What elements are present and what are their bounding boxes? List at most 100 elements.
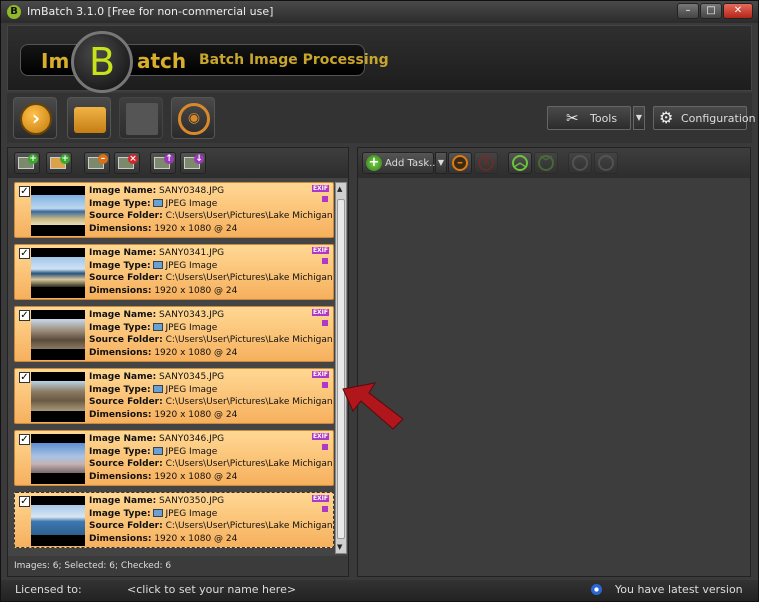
configuration-label: Configuration (681, 112, 756, 125)
move-down-button[interactable]: ↓ (180, 152, 206, 174)
app-icon: B (7, 5, 21, 19)
image-type: JPEG Image (165, 508, 218, 519)
add-image-button[interactable]: + (14, 152, 40, 174)
task-option-button[interactable] (568, 152, 592, 174)
set-name-link[interactable]: <click to set your name here> (127, 583, 296, 596)
logo-subtitle: Batch Image Processing (199, 52, 389, 68)
logo-atch-text: atch (137, 49, 187, 73)
add-folder-button[interactable]: + (46, 152, 72, 174)
image-dimensions: 1920 x 1080 @ 24 (154, 223, 238, 234)
image-list-item[interactable]: ✓ Image Name: SANY0346.JPG Image Type: J… (14, 430, 334, 486)
title-bar[interactable]: B ImBatch 3.1.0 [Free for non-commercial… (1, 1, 758, 23)
image-type: JPEG Image (165, 322, 218, 333)
image-dimensions: 1920 x 1080 @ 24 (154, 347, 238, 358)
image-name: SANY0343.JPG (159, 310, 225, 320)
info-marker-icon (322, 444, 328, 450)
source-folder: C:\Users\User\Pictures\Lake Michigan 4..… (165, 521, 334, 531)
add-task-dropdown-button[interactable]: ▼ (435, 152, 447, 174)
info-marker-icon (322, 382, 328, 388)
source-folder: C:\Users\User\Pictures\Lake Michigan 4..… (165, 335, 334, 345)
image-type-icon (153, 261, 164, 269)
app-header: Im B atch Batch Image Processing (7, 25, 752, 93)
image-list-scrollbar[interactable]: ▲ ▼ (335, 182, 347, 554)
task-option-button[interactable] (594, 152, 618, 174)
info-marker-icon (322, 258, 328, 264)
run-button[interactable]: › (13, 97, 57, 139)
image-thumbnail (31, 248, 85, 298)
window-title: ImBatch 3.1.0 [Free for non-commercial u… (27, 5, 274, 18)
scroll-up-icon[interactable]: ▲ (337, 185, 342, 193)
image-thumbnail (31, 496, 85, 546)
source-folder: C:\Users\User\Pictures\Lake Michigan 4..… (165, 397, 334, 407)
remove-all-button[interactable]: × (114, 152, 140, 174)
scroll-down-icon[interactable]: ▼ (337, 543, 342, 551)
image-thumbnail (31, 372, 85, 422)
remove-task-button[interactable]: – (448, 152, 472, 174)
folder-icon (74, 107, 106, 133)
maximize-button[interactable]: □ (700, 3, 722, 19)
image-list-item[interactable]: ✓ Image Name: SANY0341.JPG Image Type: J… (14, 244, 334, 300)
image-list-item[interactable]: ✓ Image Name: SANY0345.JPG Image Type: J… (14, 368, 334, 424)
preview-button[interactable]: ◉ (171, 97, 215, 139)
image-list-status: Images: 6; Selected: 6; Checked: 6 (8, 556, 348, 576)
move-task-up-button[interactable]: ︿ (508, 152, 532, 174)
app-window: B ImBatch 3.1.0 [Free for non-commercial… (0, 0, 759, 602)
remove-all-tasks-icon: × (478, 155, 494, 171)
add-task-label: Add Task... (385, 158, 439, 169)
run-icon: › (20, 103, 52, 135)
remove-task-icon: – (452, 155, 468, 171)
exif-badge: EXIF (311, 309, 329, 316)
item-checkbox[interactable]: ✓ (19, 248, 30, 259)
exif-badge: EXIF (311, 495, 329, 502)
update-status-icon (591, 584, 602, 595)
info-marker-icon (322, 196, 328, 202)
image-thumbnail (31, 310, 85, 360)
item-checkbox[interactable]: ✓ (19, 496, 30, 507)
move-up-button[interactable]: ↑ (150, 152, 176, 174)
minimize-button[interactable]: – (677, 3, 699, 19)
configuration-button[interactable]: ⚙ Configuration (653, 106, 756, 130)
logo-b-emblem: B (71, 31, 133, 93)
exif-badge: EXIF (311, 185, 329, 192)
move-task-down-button[interactable]: ﹀ (534, 152, 558, 174)
tools-icon: ✂ (566, 109, 579, 127)
image-type-icon (153, 199, 164, 207)
image-list-item[interactable]: ✓ Image Name: SANY0348.JPG Image Type: J… (14, 182, 334, 238)
image-dimensions: 1920 x 1080 @ 24 (154, 285, 238, 296)
remove-all-tasks-button[interactable]: × (474, 152, 498, 174)
source-folder: C:\Users\User\Pictures\Lake Michigan 4..… (165, 459, 334, 469)
remove-image-button[interactable]: – (84, 152, 110, 174)
licensed-to-label: Licensed to: (15, 583, 82, 596)
save-button[interactable] (119, 97, 163, 139)
task-panel: + Add Task... ▼ – × ︿ ﹀ (357, 147, 751, 577)
info-marker-icon (322, 506, 328, 512)
item-checkbox[interactable]: ✓ (19, 434, 30, 445)
close-button[interactable]: ✕ (723, 3, 753, 19)
image-type: JPEG Image (165, 446, 218, 457)
image-list-item[interactable]: ✓ Image Name: SANY0343.JPG Image Type: J… (14, 306, 334, 362)
item-checkbox[interactable]: ✓ (19, 310, 30, 321)
tools-dropdown-button[interactable]: ▼ (633, 106, 645, 130)
add-task-button[interactable]: + Add Task... (362, 152, 439, 174)
image-dimensions: 1920 x 1080 @ 24 (154, 471, 238, 482)
image-name: SANY0348.JPG (159, 186, 225, 196)
save-icon (126, 103, 158, 135)
image-type: JPEG Image (165, 384, 218, 395)
tools-button[interactable]: ✂ Tools (547, 106, 631, 130)
image-type-icon (153, 385, 164, 393)
image-list-item[interactable]: ✓ Image Name: SANY0350.JPG Image Type: J… (14, 492, 334, 548)
preview-icon: ◉ (178, 103, 210, 135)
main-toolbar: › ◉ ✂ Tools ▼ ⚙ Configuration (7, 93, 756, 143)
tools-label: Tools (590, 112, 618, 125)
image-list: ✓ Image Name: SANY0348.JPG Image Type: J… (14, 182, 334, 554)
item-checkbox[interactable]: ✓ (19, 372, 30, 383)
move-task-up-icon: ︿ (512, 155, 528, 171)
image-list-panel: + + – × ↑ ↓ ✓ Image Name: SANY0348.JPG I… (7, 147, 349, 577)
image-name: SANY0346.JPG (159, 434, 225, 444)
task-toolbar: + Add Task... ▼ – × ︿ ﹀ (358, 148, 750, 178)
open-folder-button[interactable] (67, 97, 111, 139)
image-name: SANY0345.JPG (159, 372, 225, 382)
scrollbar-thumb[interactable] (337, 199, 345, 539)
item-checkbox[interactable]: ✓ (19, 186, 30, 197)
image-type: JPEG Image (165, 198, 218, 209)
